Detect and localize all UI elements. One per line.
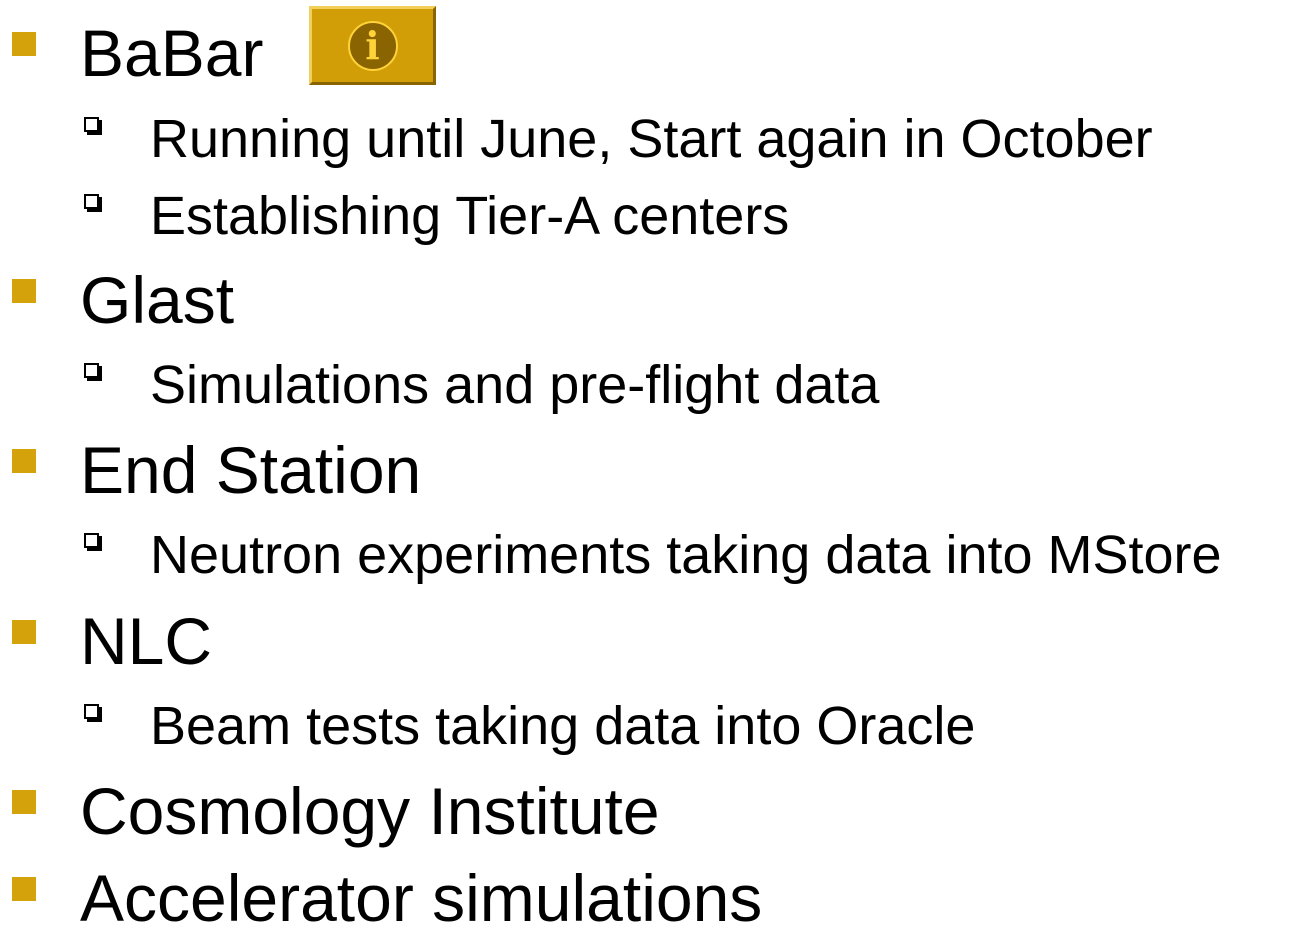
sub-list-item-label: Neutron experiments taking data into MSt… [150,525,1222,585]
sub-list-item-label: Establishing Tier-A centers [150,186,790,246]
list-item-label: BaBar [80,16,264,90]
square-bullet-icon [12,449,36,473]
checkbox-bullet-icon [84,533,99,548]
checkbox-bullet-icon [84,194,99,209]
info-icon: i [347,20,398,71]
square-bullet-icon [12,877,36,901]
list-item-label: Accelerator simulations [80,861,763,935]
square-bullet-icon [12,620,36,644]
slide: BaBar i Running until June, Start again … [0,0,1316,935]
square-bullet-icon [12,32,36,56]
square-bullet-icon [12,790,36,814]
sub-list-item-label: Simulations and pre-flight data [150,355,880,415]
sub-list-item-label: Beam tests taking data into Oracle [150,696,976,756]
checkbox-bullet-icon [84,363,99,378]
sub-list-item-label: Running until June, Start again in Octob… [150,109,1153,169]
list-item-label: NLC [80,604,213,678]
square-bullet-icon [12,279,36,303]
checkbox-bullet-icon [84,117,99,132]
checkbox-bullet-icon [84,704,99,719]
list-item-label: End Station [80,433,422,507]
list-item-label: Cosmology Institute [80,774,660,848]
info-button[interactable]: i [309,6,436,85]
list-item-label: Glast [80,263,235,337]
